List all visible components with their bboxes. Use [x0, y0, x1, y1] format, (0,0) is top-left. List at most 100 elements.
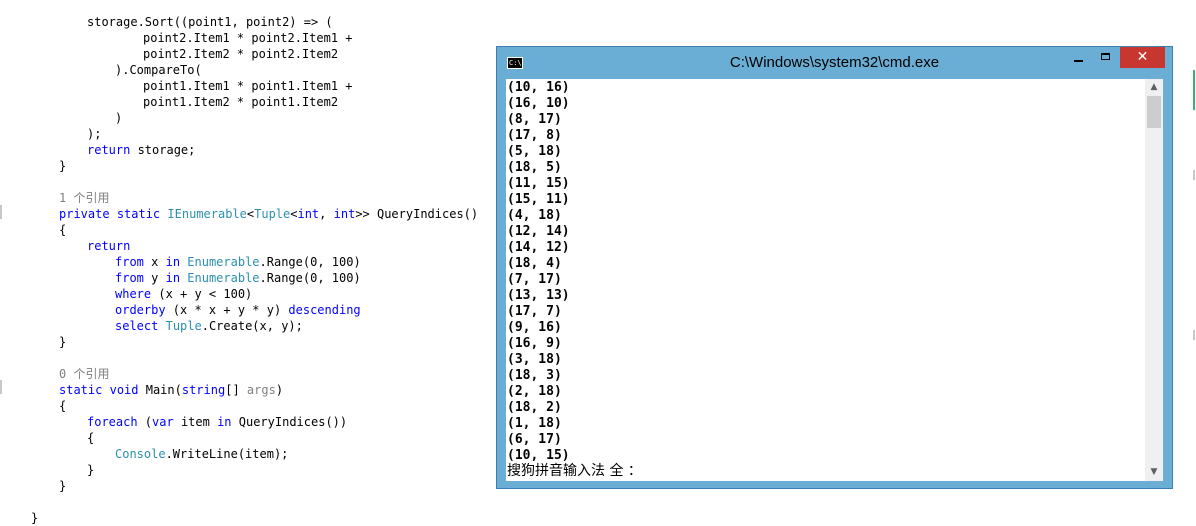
code-token: IEnumerable [167, 207, 247, 221]
code-line: return [87, 238, 130, 254]
code-token: 1 个引用 [59, 191, 110, 205]
code-token: storage; [130, 143, 196, 157]
code-token: 0 个引用 [59, 367, 110, 381]
code-token: (x + y < 100) [151, 287, 253, 301]
code-line: ); [87, 126, 101, 142]
code-line: { [59, 222, 66, 238]
console-line: (16, 10) [507, 96, 570, 111]
code-token: } [59, 479, 67, 493]
code-line: ).CompareTo( [115, 62, 202, 78]
code-token: Enumerable [187, 271, 260, 285]
console-line: (5, 18) [507, 144, 562, 159]
code-token: args [246, 383, 276, 397]
console-line: (18, 2) [507, 400, 562, 415]
code-token: } [87, 463, 95, 477]
vertical-scrollbar[interactable]: ▲ ▼ [1145, 79, 1163, 481]
code-token: select [115, 319, 159, 333]
minimize-button[interactable] [1065, 47, 1093, 68]
console-line: (6, 17) [507, 432, 562, 447]
console-line: (3, 18) [507, 352, 562, 367]
change-marker [1193, 330, 1195, 340]
code-token: >> QueryIndices() [355, 207, 479, 221]
console-line: (12, 14) [507, 224, 570, 239]
close-button[interactable]: ✕ [1120, 47, 1165, 68]
console-line: (13, 13) [507, 288, 570, 303]
code-token: ( [137, 415, 153, 429]
console-line: (8, 17) [507, 112, 562, 127]
code-token: return [87, 143, 131, 157]
code-line: point2.Item1 * point2.Item1 + [143, 30, 353, 46]
code-line: private static IEnumerable<Tuple<int, in… [59, 206, 478, 222]
code-line: return storage; [87, 142, 195, 158]
cmd-window[interactable]: C:\ C:\Windows\system32\cmd.exe ✕ (10, 1… [496, 46, 1173, 489]
code-token: from [115, 255, 144, 269]
code-line: from x in Enumerable.Range(0, 100) [115, 254, 361, 270]
code-line: Console.WriteLine(item); [115, 446, 288, 462]
console-line: (4, 18) [507, 208, 562, 223]
console-output[interactable]: (10, 16) (16, 10) (8, 17) (17, 8) (5, 18) (18… [506, 79, 1145, 481]
code-token: descending [288, 303, 361, 317]
console-line: (9, 16) [507, 320, 562, 335]
code-token: { [59, 223, 67, 237]
code-line: storage.Sort((point1, point2) => ( [87, 14, 333, 30]
code-line: point2.Item2 * point2.Item2 [143, 46, 338, 62]
console-line: (15, 11) [507, 192, 570, 207]
console-line: (18, 5) [507, 160, 562, 175]
ime-status: 搜狗拼音输入法 全 ： [507, 463, 642, 479]
code-line: } [31, 510, 38, 526]
code-token: private [59, 207, 110, 221]
code-token: ) [115, 111, 123, 125]
code-token: foreach [87, 415, 138, 429]
change-marker [1193, 70, 1195, 110]
console-line: (14, 12) [507, 240, 570, 255]
code-token: .Range(0, 100) [259, 271, 361, 285]
code-token: { [87, 431, 95, 445]
code-token: y [143, 271, 166, 285]
code-line: } [59, 478, 66, 494]
code-token: [] [225, 383, 247, 397]
code-token: , [319, 207, 334, 221]
console-line: (7, 17) [507, 272, 562, 287]
code-token: ); [87, 127, 102, 141]
console-line: (17, 7) [507, 304, 562, 319]
close-icon: ✕ [1136, 49, 1149, 65]
code-token: Tuple [254, 207, 291, 221]
console-line: (1, 18) [507, 416, 562, 431]
code-line: } [59, 158, 66, 174]
code-line: point1.Item2 * point1.Item2 [143, 94, 338, 110]
code-token: { [59, 399, 67, 413]
code-token: point2.Item2 * point2.Item2 [143, 47, 339, 61]
code-token: int [333, 207, 356, 221]
scroll-thumb[interactable] [1147, 96, 1161, 128]
gutter-marker [0, 380, 2, 394]
code-token: (x * x + y * y) [165, 303, 289, 317]
code-token: where [115, 287, 152, 301]
code-token: int [297, 207, 320, 221]
code-token: .Create(x, y); [201, 319, 303, 333]
title-bar[interactable]: C:\ C:\Windows\system32\cmd.exe ✕ [497, 47, 1172, 78]
code-line: 0 个引用 [59, 366, 109, 382]
console-line: (18, 4) [507, 256, 562, 271]
chevron-up-icon: ▲ [1150, 82, 1158, 92]
code-token: in [165, 271, 181, 285]
code-token: string [181, 383, 226, 397]
maximize-button[interactable] [1093, 47, 1119, 68]
code-line: where (x + y < 100) [115, 286, 252, 302]
scroll-down-button[interactable]: ▼ [1145, 464, 1163, 481]
code-line: ) [115, 110, 122, 126]
code-token: .WriteLine(item); [165, 447, 289, 461]
code-token: point1.Item1 * point1.Item1 + [143, 79, 353, 93]
code-token: void [109, 383, 139, 397]
console-line: (16, 9) [507, 336, 562, 351]
scroll-up-button[interactable]: ▲ [1145, 79, 1163, 96]
gutter-marker [0, 205, 2, 219]
code-token: } [59, 335, 67, 349]
code-line: point1.Item1 * point1.Item1 + [143, 78, 353, 94]
chevron-down-icon: ▼ [1150, 467, 1158, 477]
console-line: (2, 18) [507, 384, 562, 399]
code-token: } [59, 159, 67, 173]
code-token: in [165, 255, 181, 269]
code-line: orderby (x * x + y * y) descending [115, 302, 361, 318]
